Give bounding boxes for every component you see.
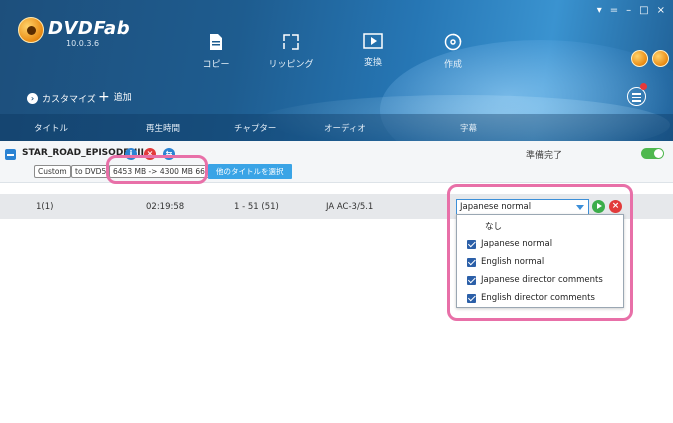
list-icon-line xyxy=(632,93,641,95)
list-icon-line xyxy=(632,100,641,102)
dvdfab-logo-icon xyxy=(18,17,44,43)
profile-button[interactable]: Custom xyxy=(34,165,71,178)
checkbox-checked-icon[interactable] xyxy=(467,239,476,249)
app-name: DVDFab xyxy=(48,18,131,39)
track-audio[interactable]: JA AC-3/5.1 xyxy=(326,202,373,212)
collapse-toggle-icon[interactable] xyxy=(5,149,16,160)
notification-badge xyxy=(640,83,647,90)
title-enable-toggle[interactable] xyxy=(641,148,664,159)
column-audio: オーディオ xyxy=(324,124,366,134)
subtitle-option[interactable]: Japanese director comments xyxy=(467,273,603,287)
title-row: STAR_ROAD_EPISODE_III i × ⇆ 準備完了 Custom … xyxy=(0,141,673,183)
app-version: 10.0.3.6 xyxy=(66,39,100,48)
close-window-icon[interactable]: × xyxy=(657,6,665,16)
column-subtitle: 字幕 xyxy=(460,124,478,134)
subtitle-option-label: なし xyxy=(485,222,503,232)
subtitle-option[interactable]: English director comments xyxy=(467,291,595,305)
list-icon-line xyxy=(632,96,641,98)
subtitle-option[interactable]: English normal xyxy=(467,255,544,269)
subtitle-option-label: Japanese normal xyxy=(481,239,553,249)
share-icon[interactable]: ⇆ xyxy=(163,148,175,160)
column-duration: 再生時間 xyxy=(146,124,181,134)
info-icon[interactable]: i xyxy=(125,148,137,160)
settings-menu-icon[interactable]: = xyxy=(610,6,618,16)
app-header: DVDFab 10.0.3.6 ▾ = – □ × コピー リッピング 変換 作… xyxy=(0,0,673,141)
status-text: 準備完了 xyxy=(526,151,563,161)
target-button[interactable]: to DVD5 xyxy=(71,165,111,178)
mode-creator[interactable]: 作成 xyxy=(423,33,483,70)
track-duration: 02:19:58 xyxy=(146,202,185,212)
track-chapters: 1 - 51 (51) xyxy=(234,202,279,212)
column-chapters: チャプター xyxy=(234,124,277,134)
promo-avatar[interactable] xyxy=(652,50,669,67)
subtitle-option-none[interactable]: なし xyxy=(485,219,502,233)
remove-icon[interactable]: × xyxy=(144,148,156,160)
minimize-icon[interactable]: – xyxy=(626,6,631,16)
converter-icon xyxy=(363,33,383,49)
copy-icon xyxy=(210,34,222,50)
ripper-icon xyxy=(283,34,299,50)
column-header-bar: タイトル 再生時間 チャプター オーディオ 字幕 xyxy=(0,114,673,141)
mode-ripper-label: リッピング xyxy=(268,60,314,70)
mode-creator-label: 作成 xyxy=(443,60,462,70)
subtitle-dropdown: なし Japanese normal English normal Japane… xyxy=(456,214,624,308)
mode-converter-label: 変換 xyxy=(363,58,382,68)
subtitle-option-label: Japanese director comments xyxy=(481,275,603,285)
track-title: 1(1) xyxy=(36,202,54,212)
add-button[interactable]: + 追加 xyxy=(98,88,132,105)
creator-icon xyxy=(444,33,462,51)
size-info: 6453 MB -> 4300 MB 66% xyxy=(109,165,216,178)
column-title: タイトル xyxy=(34,124,69,134)
user-avatar[interactable] xyxy=(631,50,648,67)
checkbox-checked-icon[interactable] xyxy=(467,257,476,267)
checkbox-checked-icon[interactable] xyxy=(467,293,476,303)
customize-button[interactable]: › カスタマイズ xyxy=(27,92,96,105)
mode-ripper[interactable]: リッピング xyxy=(261,33,321,70)
subtitle-select[interactable]: Japanese normal xyxy=(456,199,589,215)
add-label: 追加 xyxy=(113,93,132,103)
mode-converter[interactable]: 変換 xyxy=(343,33,403,68)
remove-track-icon[interactable]: × xyxy=(609,200,622,213)
maximize-icon[interactable]: □ xyxy=(639,6,648,16)
subtitle-select-value: Japanese normal xyxy=(460,202,532,212)
mode-copy-label: コピー xyxy=(202,60,230,70)
menu-dropdown-icon[interactable]: ▾ xyxy=(597,6,602,16)
play-preview-icon[interactable] xyxy=(592,200,605,213)
subtitle-option-label: English director comments xyxy=(481,293,595,303)
select-other-title-button[interactable]: 他のタイトルを選択 xyxy=(208,164,292,179)
plus-icon: + xyxy=(98,88,110,105)
chevron-down-icon xyxy=(576,205,584,210)
customize-label: カスタマイズ xyxy=(42,95,96,105)
mode-copy[interactable]: コピー xyxy=(186,33,246,70)
window-controls: ▾ = – □ × xyxy=(597,6,665,16)
arrow-right-icon: › xyxy=(27,93,38,104)
checkbox-checked-icon[interactable] xyxy=(467,275,476,285)
subtitle-option-label: English normal xyxy=(481,257,545,267)
subtitle-option[interactable]: Japanese normal xyxy=(467,237,552,251)
